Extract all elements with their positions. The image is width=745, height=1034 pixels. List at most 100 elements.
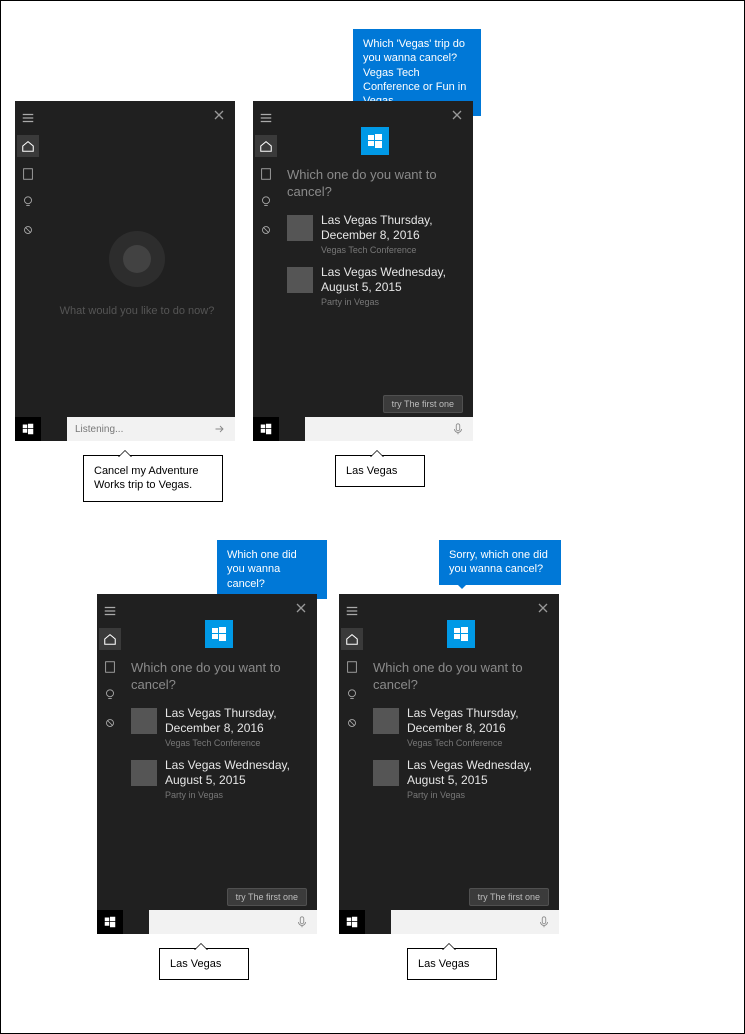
nav-tips[interactable] [17,191,39,213]
cortana-ring-icon [109,231,165,287]
thumbnail-icon [287,215,313,241]
item-subtitle: Vegas Tech Conference [407,738,549,748]
disambiguation-question: Which one do you want to cancel? [373,660,549,694]
thumbnail-icon [131,760,157,786]
thumbnail-icon [131,708,157,734]
nav-notebook[interactable] [99,656,121,678]
list-item[interactable]: Las Vegas Thursday, December 8, 2016 Veg… [131,706,307,748]
nav-feedback[interactable] [17,219,39,241]
nav-feedback[interactable] [341,712,363,734]
item-subtitle: Vegas Tech Conference [321,245,463,255]
user-speech-bubble: Las Vegas [159,948,249,980]
nav-feedback[interactable] [255,219,277,241]
nav-home[interactable] [255,135,277,157]
page-frame: What would you like to do now? Listening… [0,0,745,1034]
cortana-panel: What would you like to do now? Listening… [15,101,235,441]
close-icon[interactable] [293,600,309,616]
list-item[interactable]: Las Vegas Wednesday, August 5, 2015 Part… [373,758,549,800]
cortana-panel: Which one do you want to cancel? Las Veg… [97,594,317,934]
start-button[interactable] [97,910,123,934]
user-speech-text: Cancel my Adventure Works trip to Vegas. [94,465,199,491]
item-title: Las Vegas Thursday, December 8, 2016 [165,706,307,736]
cortana-panel: Which one do you want to cancel? Las Veg… [339,594,559,934]
item-subtitle: Party in Vegas [165,790,307,800]
main-content: Which one do you want to cancel? Las Veg… [123,594,317,934]
menu-icon[interactable] [17,107,39,129]
start-button[interactable] [253,417,279,441]
nav-tips[interactable] [255,191,277,213]
close-icon[interactable] [449,107,465,123]
system-speech-bubble: Which one did you wanna cancel? [217,540,327,599]
nav-notebook[interactable] [341,656,363,678]
disambiguation-question: Which one do you want to cancel? [131,660,307,694]
mic-icon[interactable] [451,422,465,436]
system-speech-bubble: Sorry, which one did you wanna cancel? [439,540,561,585]
sidebar [15,101,41,441]
list-item[interactable]: Las Vegas Wednesday, August 5, 2015 Part… [287,265,463,307]
user-speech-bubble: Las Vegas [407,948,497,980]
idle-area: What would you like to do now? [49,107,225,441]
user-speech-bubble: Cancel my Adventure Works trip to Vegas. [83,455,223,502]
input-text: Listening... [75,424,213,435]
panel-2: Which 'Vegas' trip do you wanna cancel? … [253,101,473,441]
input-bar[interactable] [149,910,317,934]
mic-icon[interactable] [295,915,309,929]
disambiguation-question: Which one do you want to cancel? [287,167,463,201]
item-subtitle: Vegas Tech Conference [165,738,307,748]
thumbnail-icon [287,267,313,293]
submit-arrow-icon[interactable] [213,422,227,436]
system-speech-text: Which 'Vegas' trip do you wanna cancel? … [363,38,466,107]
system-speech-text: Which one did you wanna cancel? [227,549,297,590]
item-subtitle: Party in Vegas [407,790,549,800]
nav-notebook[interactable] [255,163,277,185]
input-bar[interactable] [391,910,559,934]
close-icon[interactable] [211,107,227,123]
nav-notebook[interactable] [17,163,39,185]
suggestion-chip[interactable]: try The first one [227,888,307,906]
start-button[interactable] [339,910,365,934]
nav-tips[interactable] [99,684,121,706]
list-item[interactable]: Las Vegas Wednesday, August 5, 2015 Part… [131,758,307,800]
suggestion-chip[interactable]: try The first one [383,395,463,413]
user-speech-bubble: Las Vegas [335,455,425,487]
sidebar [97,594,123,934]
mic-icon[interactable] [537,915,551,929]
menu-icon[interactable] [255,107,277,129]
nav-home[interactable] [17,135,39,157]
main-content: Which one do you want to cancel? Las Veg… [279,101,473,441]
sidebar [253,101,279,441]
nav-home[interactable] [341,628,363,650]
item-title: Las Vegas Wednesday, August 5, 2015 [165,758,307,788]
app-tile-icon [447,620,475,648]
item-title: Las Vegas Wednesday, August 5, 2015 [407,758,549,788]
panel-4: Sorry, which one did you wanna cancel? W… [339,594,559,934]
user-speech-text: Las Vegas [170,958,221,970]
item-title: Las Vegas Wednesday, August 5, 2015 [321,265,463,295]
main-content: Which one do you want to cancel? Las Veg… [365,594,559,934]
main-content: What would you like to do now? Listening… [41,101,235,441]
panel-3: Which one did you wanna cancel? Which on… [97,594,317,934]
nav-home[interactable] [99,628,121,650]
user-speech-text: Las Vegas [418,958,469,970]
close-icon[interactable] [535,600,551,616]
suggestion-chip[interactable]: try The first one [469,888,549,906]
thumbnail-icon [373,760,399,786]
nav-tips[interactable] [341,684,363,706]
user-speech-text: Las Vegas [346,465,397,477]
idle-prompt: What would you like to do now? [60,305,215,317]
item-subtitle: Party in Vegas [321,297,463,307]
item-title: Las Vegas Thursday, December 8, 2016 [321,213,463,243]
system-speech-text: Sorry, which one did you wanna cancel? [449,549,548,575]
input-bar[interactable]: Listening... [67,417,235,441]
menu-icon[interactable] [341,600,363,622]
list-item[interactable]: Las Vegas Thursday, December 8, 2016 Veg… [287,213,463,255]
input-bar[interactable] [305,417,473,441]
thumbnail-icon [373,708,399,734]
cortana-panel: Which one do you want to cancel? Las Veg… [253,101,473,441]
app-tile-icon [361,127,389,155]
menu-icon[interactable] [99,600,121,622]
item-title: Las Vegas Thursday, December 8, 2016 [407,706,549,736]
list-item[interactable]: Las Vegas Thursday, December 8, 2016 Veg… [373,706,549,748]
start-button[interactable] [15,417,41,441]
nav-feedback[interactable] [99,712,121,734]
